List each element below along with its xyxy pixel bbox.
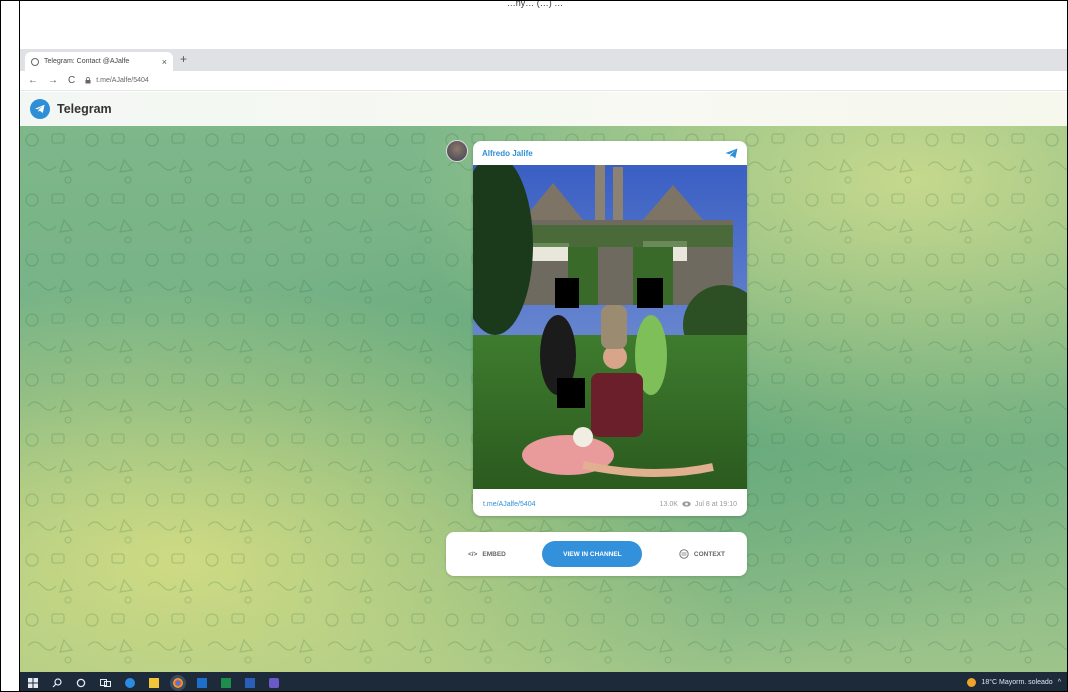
weather-sun-icon[interactable] — [967, 678, 977, 687]
chrome-icon[interactable] — [170, 674, 186, 691]
post-date: Jul 8 at 19:10 — [694, 500, 737, 508]
url-field[interactable]: t.me/AJalfe/5404 — [85, 77, 149, 84]
telegram-brand-title[interactable]: Telegram — [57, 102, 112, 116]
browser-tab[interactable]: Telegram: Contact @AJalfe × — [25, 52, 173, 71]
cortana-icon[interactable] — [76, 678, 86, 688]
telegram-logo-icon[interactable] — [30, 99, 50, 119]
forward-button[interactable]: → — [48, 75, 58, 86]
post-link[interactable]: t.me/AJalfe/5404 — [483, 501, 536, 508]
context-icon — [679, 549, 689, 559]
edge-icon[interactable] — [125, 677, 135, 688]
embed-button[interactable]: </> EMBED — [468, 551, 506, 558]
view-in-channel-button[interactable]: VIEW IN CHANNEL — [542, 541, 643, 567]
url-text: t.me/AJalfe/5404 — [96, 77, 149, 84]
post-photo[interactable] — [473, 165, 747, 489]
tray-chevron-icon[interactable]: ^ — [1058, 679, 1061, 686]
windows-taskbar: 18°C Mayorm. soleado ^ — [20, 672, 1067, 691]
post-author[interactable]: Alfredo Jalife — [482, 149, 533, 158]
windows-start-icon[interactable] — [28, 677, 38, 688]
system-tray: 18°C Mayorm. soleado ^ — [967, 672, 1061, 691]
teams-icon[interactable] — [269, 677, 279, 688]
lock-icon — [85, 77, 91, 84]
search-icon[interactable] — [52, 677, 62, 688]
code-brackets-icon: </> — [468, 550, 478, 558]
post-meta: 13.0K Jul 8 at 19:10 — [660, 501, 737, 508]
telegram-header: Telegram — [20, 92, 1067, 126]
channel-avatar[interactable] — [446, 140, 468, 162]
globe-icon — [31, 57, 39, 66]
close-tab-icon[interactable]: × — [162, 57, 167, 67]
address-bar: ← → C t.me/AJalfe/5404 — [20, 71, 1067, 91]
embed-label: EMBED — [482, 550, 506, 558]
context-label: CONTEXT — [693, 550, 725, 558]
browser-tabstrip: Telegram: Contact @AJalfe × + — [20, 49, 1067, 71]
outlook-icon[interactable] — [197, 677, 207, 688]
post-actions: </> EMBED VIEW IN CHANNEL CONTEXT — [446, 532, 747, 576]
paper-plane-icon — [35, 104, 45, 113]
screenshot-frame: …ny… (…) … Telegram: Contact @AJalfe × +… — [0, 0, 1068, 692]
weather-text[interactable]: 18°C Mayorm. soleado — [981, 679, 1052, 686]
view-count: 13.0K — [659, 500, 678, 508]
back-button[interactable]: ← — [28, 75, 38, 86]
post-header: Alfredo Jalife — [473, 141, 747, 165]
top-caption: …ny… (…) … — [506, 0, 564, 8]
eye-icon — [682, 501, 691, 507]
censor-box — [557, 378, 585, 408]
task-view-icon[interactable] — [100, 678, 111, 688]
file-explorer-icon[interactable] — [149, 677, 159, 688]
new-tab-button[interactable]: + — [180, 52, 187, 66]
word-icon[interactable] — [245, 677, 255, 688]
excel-icon[interactable] — [221, 677, 231, 688]
post-card: Alfredo Jalife t.me/AJalfe/5404 13.0K Ju… — [473, 141, 747, 516]
censor-box — [637, 278, 663, 308]
censor-box — [555, 278, 579, 308]
context-button[interactable]: CONTEXT — [679, 549, 725, 559]
telegram-share-icon[interactable] — [725, 148, 738, 159]
reload-button[interactable]: C — [68, 75, 75, 86]
tab-title: Telegram: Contact @AJalfe — [44, 58, 130, 65]
post-footer: t.me/AJalfe/5404 13.0K Jul 8 at 19:10 — [473, 493, 747, 515]
